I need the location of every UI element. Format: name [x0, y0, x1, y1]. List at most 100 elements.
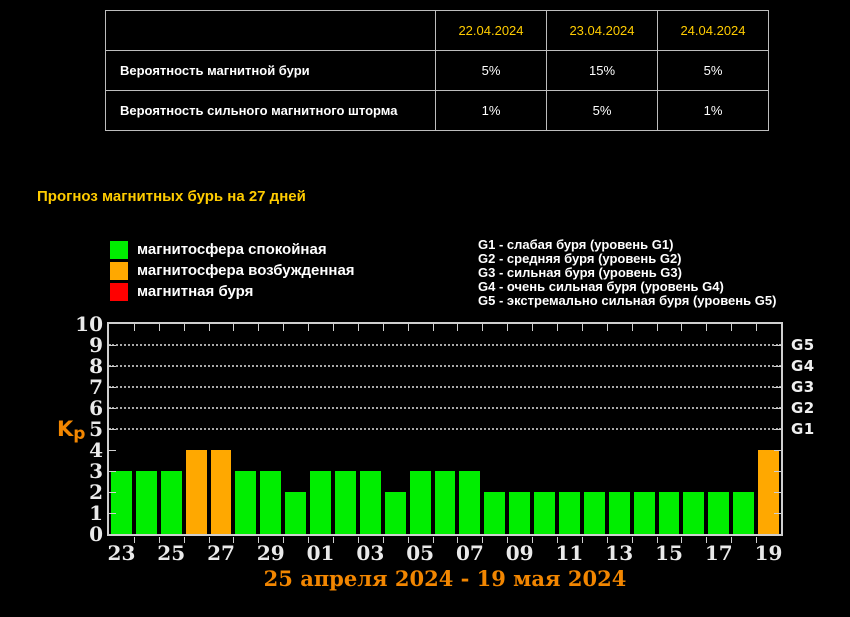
top-tick [681, 324, 682, 331]
x-axis-label-17: 17 [699, 541, 739, 565]
kp-bar-05 [410, 471, 431, 534]
top-tick [159, 324, 160, 331]
top-tick [557, 324, 558, 331]
left-tick [109, 471, 116, 472]
left-tick [109, 366, 116, 367]
kp-forecast-plot-area [107, 322, 783, 536]
y-axis-label-2: 2 [40, 481, 103, 503]
probability-cell: 5% [658, 51, 769, 91]
top-tick [258, 324, 259, 331]
probability-cell: 5% [547, 91, 658, 131]
right-axis-label-g2: G2 [791, 399, 815, 417]
y-axis-label-5: 5 [40, 418, 103, 440]
g-level-descriptions: G1 - слабая буря (уровень G1) G2 - средн… [478, 238, 776, 308]
legend-item-quiet: магнитосфера спокойная [110, 239, 355, 260]
kp-bar-17 [708, 492, 729, 534]
top-tick [457, 324, 458, 331]
top-tick [134, 324, 135, 331]
kp-bar-02 [335, 471, 356, 534]
row-label-severe-storm-probability: Вероятность сильного магнитного шторма [106, 91, 436, 131]
g-level-line-g2: G2 - средняя буря (уровень G2) [478, 252, 776, 266]
table-header-row: 22.04.2024 23.04.2024 24.04.2024 [106, 11, 769, 51]
gridline-level-7 [109, 386, 781, 388]
kp-bar-12 [584, 492, 605, 534]
kp-bar-30 [285, 492, 306, 534]
y-axis-label-1: 1 [40, 502, 103, 524]
kp-bar-06 [435, 471, 456, 534]
top-tick [532, 324, 533, 331]
gridline-level-5 [109, 428, 781, 430]
top-tick [333, 324, 334, 331]
storm-probability-table: 22.04.2024 23.04.2024 24.04.2024 Вероятн… [105, 10, 769, 131]
right-axis-g-labels: G1G2G3G4G5 [791, 322, 841, 536]
kp-bar-23 [111, 471, 132, 534]
left-tick [109, 513, 116, 514]
x-axis-label-03: 03 [350, 541, 390, 565]
legend-label-quiet: магнитосфера спокойная [137, 241, 327, 258]
right-tick [774, 429, 781, 430]
x-axis-label-15: 15 [649, 541, 689, 565]
y-axis-label-0: 0 [40, 523, 103, 545]
y-axis-label-9: 9 [40, 334, 103, 356]
right-tick [774, 345, 781, 346]
gridline-level-9 [109, 344, 781, 346]
left-tick [109, 408, 116, 409]
top-tick [657, 324, 658, 331]
section-title: Прогноз магнитных бурь на 27 дней [37, 188, 306, 205]
right-axis-label-g3: G3 [791, 378, 815, 396]
x-axis-label-25: 25 [151, 541, 191, 565]
y-axis-label-10: 10 [40, 313, 103, 335]
right-tick [774, 450, 781, 451]
right-axis-label-g1: G1 [791, 420, 815, 438]
x-axis-label-11: 11 [549, 541, 589, 565]
x-axis-label-29: 29 [251, 541, 291, 565]
top-tick [756, 324, 757, 331]
probability-cell: 1% [436, 91, 547, 131]
top-tick [358, 324, 359, 331]
kp-bar-04 [385, 492, 406, 534]
top-tick [283, 324, 284, 331]
top-tick [433, 324, 434, 331]
probability-cell: 5% [436, 51, 547, 91]
right-tick [774, 366, 781, 367]
g-level-line-g4: G4 - очень сильная буря (уровень G4) [478, 280, 776, 294]
x-axis-labels: 2325272901030507091113151719 [109, 541, 781, 565]
x-axis-label-05: 05 [400, 541, 440, 565]
kp-bar-08 [484, 492, 505, 534]
y-axis-label-6: 6 [40, 397, 103, 419]
row-label-storm-probability: Вероятность магнитной бури [106, 51, 436, 91]
kp-bar-15 [659, 492, 680, 534]
kp-bar-27 [211, 450, 232, 534]
top-tick [233, 324, 234, 331]
legend-item-storm: магнитная буря [110, 281, 355, 302]
legend-swatch-quiet-icon [110, 241, 128, 259]
gridline-level-8 [109, 365, 781, 367]
table-header-date-2: 23.04.2024 [547, 11, 658, 51]
kp-bar-09 [509, 492, 530, 534]
legend-swatch-storm-icon [110, 283, 128, 301]
right-tick [774, 492, 781, 493]
x-axis-label-07: 07 [450, 541, 490, 565]
top-tick [607, 324, 608, 331]
right-tick [774, 471, 781, 472]
table-row: Вероятность магнитной бури 5% 15% 5% [106, 51, 769, 91]
right-tick [774, 408, 781, 409]
kp-bar-01 [310, 471, 331, 534]
top-tick [507, 324, 508, 331]
top-tick [731, 324, 732, 331]
table-header-empty-cell [106, 11, 436, 51]
y-axis-label-7: 7 [40, 376, 103, 398]
top-tick [408, 324, 409, 331]
x-axis-label-01: 01 [301, 541, 341, 565]
right-tick [774, 513, 781, 514]
legend-label-excited: магнитосфера возбужденная [137, 262, 355, 279]
kp-bar-03 [360, 471, 381, 534]
left-tick [109, 345, 116, 346]
legend-item-excited: магнитосфера возбужденная [110, 260, 355, 281]
y-axis-label-4: 4 [40, 439, 103, 461]
kp-bar-28 [235, 471, 256, 534]
kp-bar-25 [161, 471, 182, 534]
top-tick [308, 324, 309, 331]
kp-bar-11 [559, 492, 580, 534]
kp-bar-16 [683, 492, 704, 534]
